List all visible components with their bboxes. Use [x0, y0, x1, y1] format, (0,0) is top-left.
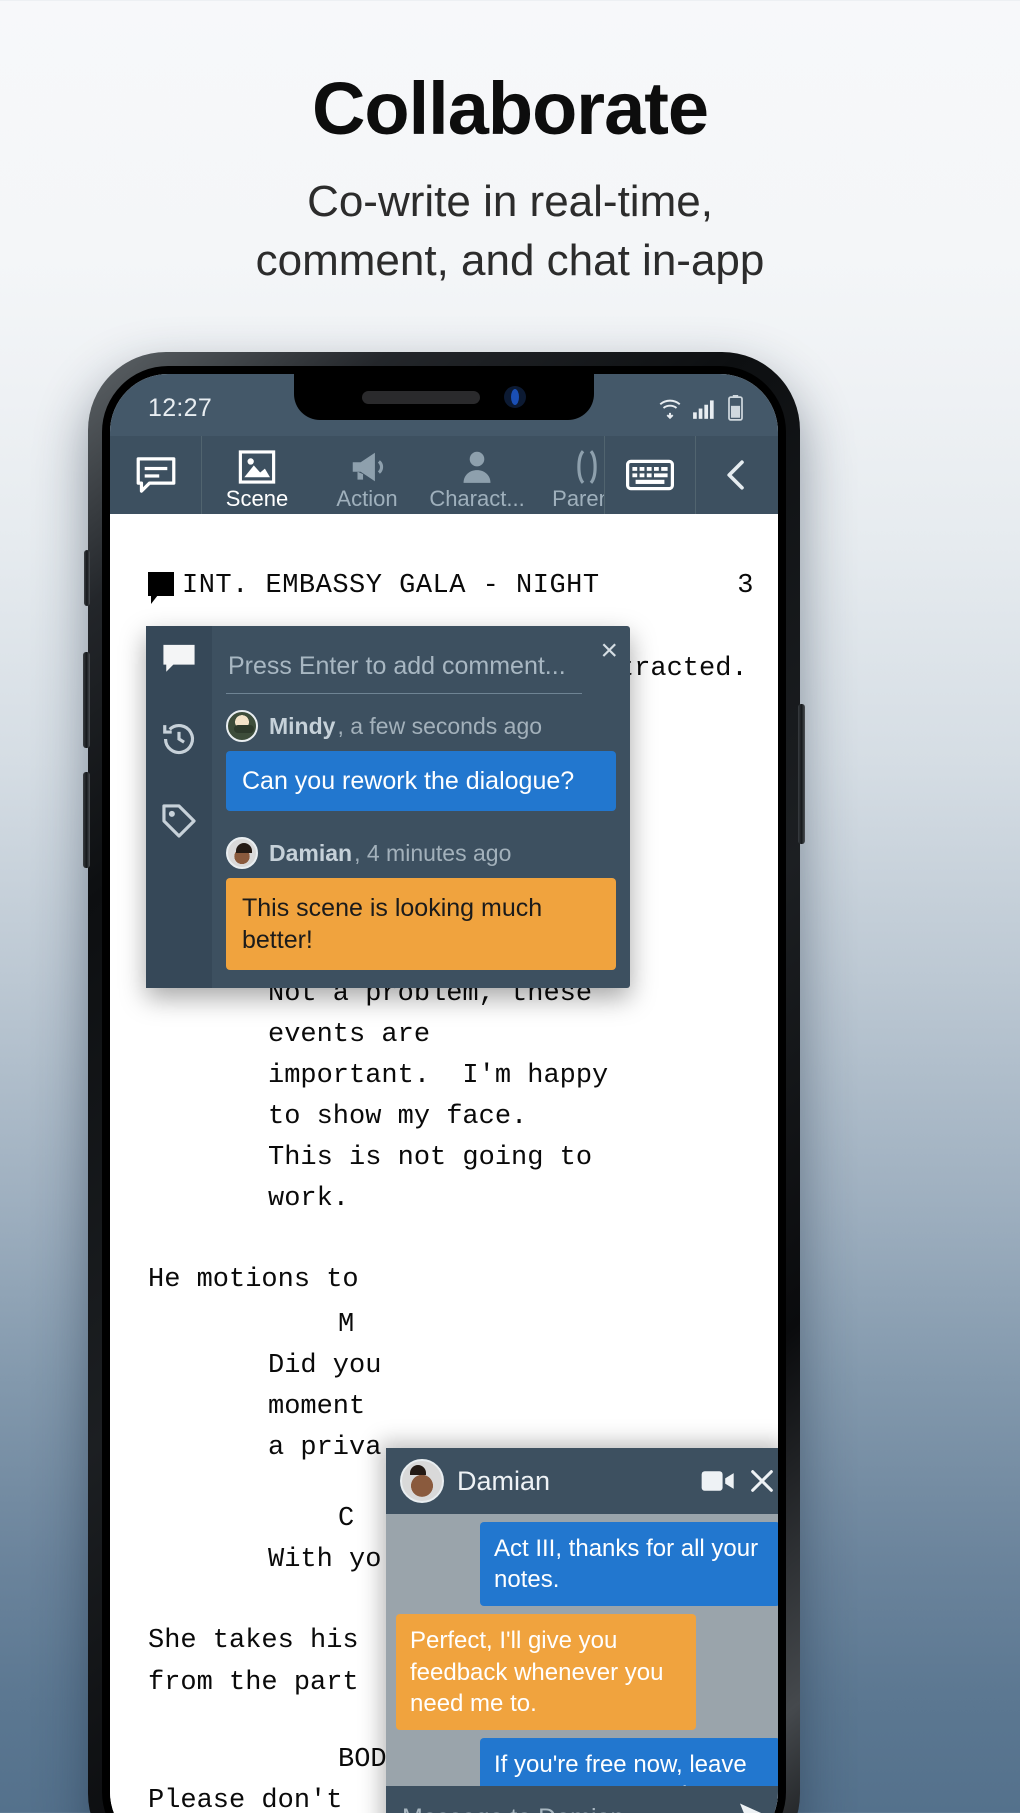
- earpiece-speaker: [362, 390, 480, 404]
- comment-bubble[interactable]: This scene is looking much better!: [226, 878, 616, 970]
- dialogue-block-1: Not a problem, these events are importan…: [268, 979, 609, 1215]
- battery-icon: [728, 395, 743, 421]
- close-comments-button[interactable]: ×: [600, 636, 618, 666]
- action-line-1: He motions to: [148, 1265, 359, 1296]
- chat-title: Damian: [457, 1465, 551, 1496]
- comments-side-rail[interactable]: [146, 626, 212, 988]
- subtitle-line-2: comment, and chat in-app: [255, 236, 765, 286]
- toolbar-element-list[interactable]: Scene Action Charact... Pare: [202, 436, 604, 514]
- chat-window[interactable]: Damian Act III, thanks for all your note…: [386, 1448, 778, 1813]
- comment-timestamp: , 4 minutes ago: [354, 839, 512, 866]
- phone-mockup: 12:27 Scene Action Charact... Pare INT. …: [83, 352, 805, 1813]
- power-button[interactable]: [798, 704, 805, 844]
- chat-message-list[interactable]: Act III, thanks for all your notes. Perf…: [386, 1514, 778, 1786]
- scene-number: 3: [737, 571, 754, 601]
- comment-input[interactable]: Press Enter to add comment...: [226, 640, 582, 694]
- chat-message[interactable]: Perfect, I'll give you feedback whenever…: [396, 1614, 696, 1730]
- editor-toolbar: Scene Action Charact... Pare: [110, 436, 778, 514]
- chat-message[interactable]: Act III, thanks for all your notes.: [480, 1522, 778, 1607]
- video-camera-icon[interactable]: [701, 1468, 735, 1494]
- chat-row: If you're free now, leave comments as I …: [396, 1737, 778, 1786]
- toolbar-item-scene[interactable]: Scene: [202, 436, 312, 514]
- toolbar-back-button[interactable]: [696, 436, 778, 514]
- wifi-icon: [659, 399, 681, 420]
- chat-row: Act III, thanks for all your notes.: [396, 1522, 778, 1607]
- comment-author-name: Damian: [269, 839, 353, 866]
- toolbar-item-label: Action: [336, 485, 398, 511]
- toolbar-item-parens[interactable]: Parens: [532, 436, 604, 514]
- comment-icon[interactable]: [160, 642, 198, 676]
- comment-author-row: Mindy , a few seconds ago: [226, 710, 616, 742]
- status-time: 12:27: [148, 393, 213, 422]
- chat-input-bar[interactable]: Message to Damian: [386, 1786, 778, 1813]
- keyboard-icon: [626, 459, 674, 491]
- close-icon[interactable]: [748, 1467, 776, 1495]
- page-subtitle: Co-write in real-time, comment, and chat…: [0, 172, 1020, 291]
- page-title: Collaborate: [311, 67, 709, 150]
- toolbar-item-character[interactable]: Charact...: [422, 436, 532, 514]
- phone-screen: 12:27 Scene Action Charact... Pare INT. …: [110, 374, 778, 1813]
- toolbar-item-label: Charact...: [429, 485, 525, 511]
- phone-bezel: 12:27 Scene Action Charact... Pare INT. …: [102, 366, 786, 1813]
- front-camera: [504, 386, 526, 408]
- chat-message-input[interactable]: Message to Damian: [402, 1804, 728, 1813]
- toolbar-item-action[interactable]: Action: [312, 436, 422, 514]
- mute-switch[interactable]: [84, 550, 90, 606]
- send-icon[interactable]: [738, 1802, 774, 1813]
- avatar: [400, 1459, 444, 1503]
- toolbar-keyboard-button[interactable]: [604, 436, 696, 514]
- character-cue-1: M: [338, 1310, 355, 1341]
- comments-panel[interactable]: × Press Enter to add comment... Mindy , …: [146, 626, 630, 988]
- avatar: [226, 710, 258, 742]
- scene-heading-text: INT. EMBASSY GALA - NIGHT: [182, 571, 600, 601]
- subtitle-line-1: Co-write in real-time,: [307, 177, 713, 226]
- comment-author-row: Damian , 4 minutes ago: [226, 837, 616, 869]
- volume-up-button[interactable]: [83, 652, 90, 748]
- volume-down-button[interactable]: [83, 772, 90, 868]
- comment-icon: [136, 457, 175, 493]
- tag-icon[interactable]: [160, 802, 198, 840]
- comment-author-name: Mindy: [269, 712, 336, 739]
- comment-timestamp: , a few seconds ago: [337, 712, 543, 739]
- chevron-left-icon: [727, 460, 744, 490]
- megaphone-icon: [352, 452, 384, 482]
- history-icon[interactable]: [160, 720, 198, 758]
- chat-message[interactable]: If you're free now, leave comments as I …: [480, 1737, 778, 1786]
- cellular-signal-icon: [693, 400, 714, 419]
- comments-body: × Press Enter to add comment... Mindy , …: [212, 626, 630, 988]
- image-icon: [238, 450, 276, 484]
- scene-heading[interactable]: INT. EMBASSY GALA - NIGHT 3: [148, 566, 754, 607]
- status-icons: [657, 389, 744, 421]
- phone-notch: [294, 374, 594, 420]
- comment-marker-icon[interactable]: [148, 572, 174, 604]
- avatar: [226, 837, 258, 869]
- person-icon: [463, 451, 491, 483]
- chat-row: Perfect, I'll give you feedback whenever…: [396, 1614, 778, 1730]
- parentheses-icon: [577, 450, 597, 484]
- toolbar-item-label: Scene: [225, 485, 289, 511]
- toolbar-comment-button[interactable]: [110, 436, 202, 514]
- toolbar-item-label: Parens: [552, 485, 604, 511]
- chat-header: Damian: [386, 1448, 778, 1514]
- comment-bubble[interactable]: Can you rework the dialogue?: [226, 751, 616, 811]
